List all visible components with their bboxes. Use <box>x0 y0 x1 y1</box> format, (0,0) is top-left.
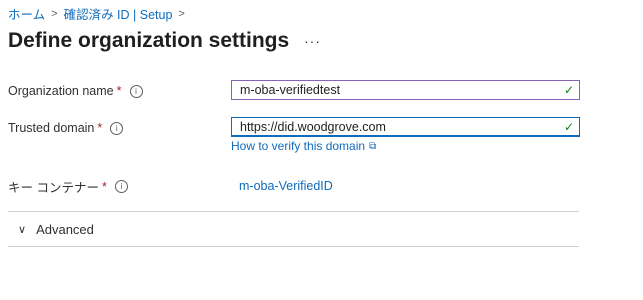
page-title: Define organization settings <box>8 29 290 52</box>
external-link-icon: ⧉ <box>369 140 377 152</box>
trusted-domain-label-text: Trusted domain <box>8 121 95 135</box>
breadcrumb: ホーム > 確認済み ID | Setup > <box>8 4 191 23</box>
ellipsis-icon[interactable]: ··· <box>304 33 321 49</box>
info-icon[interactable]: i <box>114 180 128 193</box>
organization-name-input[interactable] <box>232 81 559 99</box>
breadcrumb-home[interactable]: ホーム <box>8 4 45 23</box>
breadcrumb-separator-icon: > <box>178 7 185 20</box>
advanced-section-toggle[interactable]: ∨ Advanced <box>8 212 579 246</box>
verify-domain-link-text[interactable]: How to verify this domain <box>231 139 365 153</box>
key-container-link[interactable]: m-oba-VerifiedID <box>239 179 333 193</box>
trusted-domain-input[interactable] <box>232 118 559 136</box>
required-marker: * <box>97 121 103 135</box>
organization-name-label-text: Organization name <box>8 84 114 98</box>
breadcrumb-verified-id-setup[interactable]: 確認済み ID | Setup <box>64 4 173 23</box>
verify-domain-link[interactable]: How to verify this domain ⧉ <box>231 139 376 153</box>
required-marker: * <box>101 179 107 194</box>
breadcrumb-separator-icon: > <box>51 7 58 20</box>
organization-name-label: Organization name * i <box>8 84 143 98</box>
trusted-domain-label: Trusted domain * i <box>8 121 124 135</box>
info-icon[interactable]: i <box>110 121 124 135</box>
checkmark-icon: ✓ <box>563 83 575 97</box>
key-container-label: キー コンテナー * i <box>8 177 128 196</box>
trusted-domain-field[interactable]: ✓ <box>231 117 580 137</box>
divider <box>8 246 579 247</box>
info-icon[interactable]: i <box>129 84 143 98</box>
advanced-label: Advanced <box>36 221 94 237</box>
chevron-down-icon: ∨ <box>18 222 27 236</box>
required-marker: * <box>116 84 122 98</box>
organization-name-field[interactable]: ✓ <box>231 80 580 100</box>
key-container-label-text: キー コンテナー <box>8 181 99 195</box>
checkmark-icon: ✓ <box>563 120 575 134</box>
